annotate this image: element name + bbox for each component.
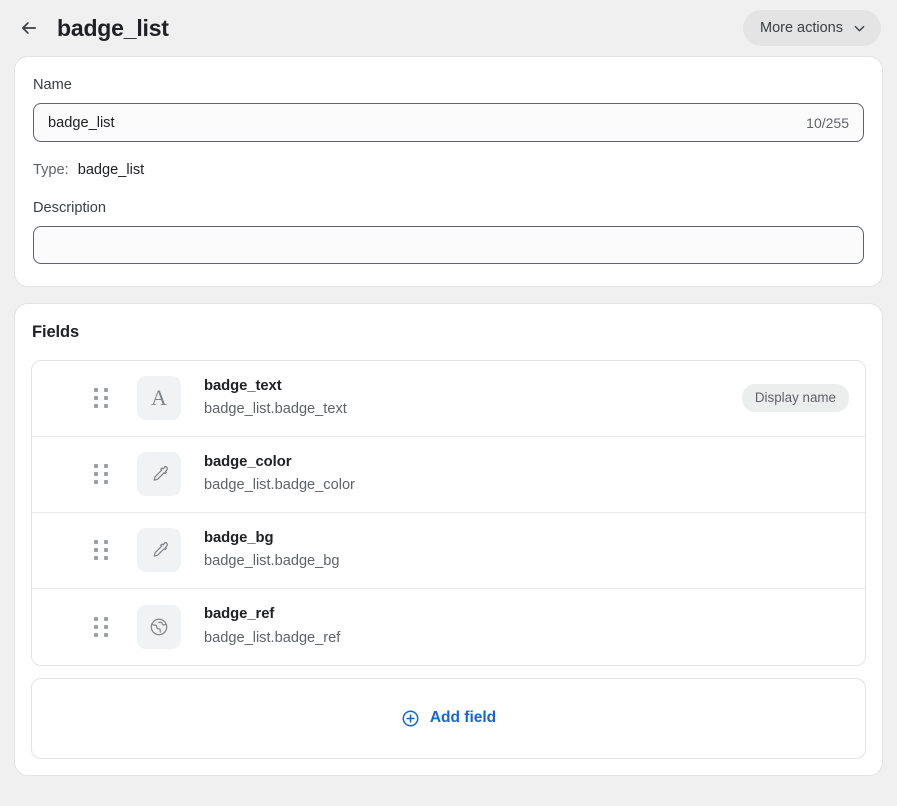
type-label: Type: [33, 162, 69, 179]
fields-card: Fields A badge_text badge_list.badge_tex… [14, 302, 883, 776]
chevron-down-icon [852, 21, 867, 36]
field-name: badge_color [204, 453, 292, 470]
eyedropper-icon [137, 528, 181, 573]
field-text-block: badge_ref badge_list.badge_ref [204, 605, 849, 647]
status-badge: Display name [741, 384, 849, 413]
field-text-block: badge_text badge_list.badge_text [204, 377, 742, 419]
more-actions-button[interactable]: More actions [742, 10, 881, 46]
table-row[interactable]: A badge_text badge_list.badge_text Displ… [32, 360, 865, 437]
field-text-block: badge_bg badge_list.badge_bg [204, 529, 849, 571]
field-path: badge_list.badge_color [204, 477, 355, 494]
add-field-label: Add field [429, 709, 497, 727]
field-name: badge_text [204, 377, 282, 394]
more-actions-label: More actions [759, 20, 843, 36]
drag-handle-icon[interactable] [90, 613, 112, 641]
globe-icon [137, 604, 181, 649]
name-input-value: badge_list [48, 114, 115, 131]
table-row[interactable]: badge_bg badge_list.badge_bg [32, 512, 865, 589]
badge-slot: Display name [741, 384, 849, 413]
field-name: badge_bg [204, 529, 274, 546]
field-path: badge_list.badge_ref [204, 629, 341, 646]
text-type-icon: A [137, 376, 181, 421]
field-name: badge_ref [204, 606, 275, 623]
drag-handle-icon[interactable] [90, 536, 112, 564]
drag-handle-icon[interactable] [90, 384, 112, 412]
field-icon-glyph: A [151, 385, 167, 411]
plus-circle-icon [401, 709, 420, 728]
name-label: Name [33, 77, 72, 93]
name-input[interactable]: badge_list 10/255 [33, 103, 864, 143]
type-value: badge_list [77, 162, 145, 179]
description-input[interactable] [33, 225, 864, 264]
arrow-left-icon [19, 18, 39, 38]
entity-info-card: Name badge_list 10/255 Type: badge_list D… [14, 56, 883, 287]
description-label: Description [33, 199, 106, 216]
fields-list: A badge_text badge_list.badge_text Displ… [31, 359, 866, 666]
drag-handle-icon[interactable] [90, 460, 112, 488]
field-path: badge_list.badge_text [204, 401, 347, 418]
eyedropper-icon [137, 452, 181, 497]
field-path: badge_list.badge_bg [204, 553, 340, 570]
back-button[interactable] [14, 13, 44, 43]
add-field-inner: Add field [401, 709, 496, 728]
add-field-button[interactable]: Add field [31, 677, 866, 759]
page-title: badge_list [57, 14, 169, 41]
table-row[interactable]: badge_color badge_list.badge_color [32, 436, 865, 513]
field-text-block: badge_color badge_list.badge_color [204, 453, 849, 495]
name-char-counter: 10/255 [806, 114, 849, 131]
page-header: badge_list More actions [0, 0, 897, 56]
table-row[interactable]: badge_ref badge_list.badge_ref [32, 588, 865, 665]
type-row: Type: badge_list [33, 163, 864, 178]
fields-heading: Fields [32, 322, 80, 341]
